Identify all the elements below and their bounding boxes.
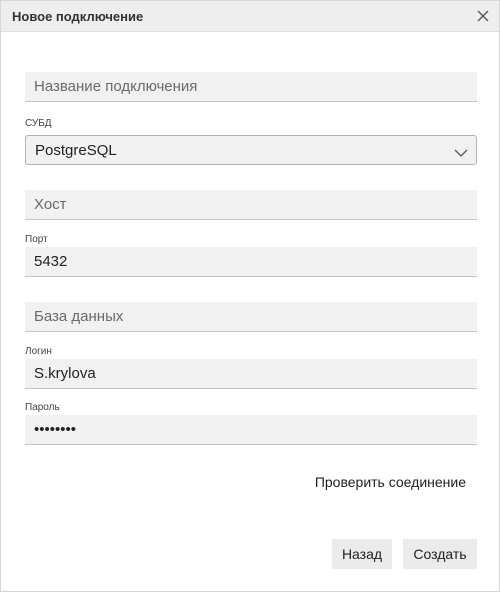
dialog-titlebar: Новое подключение <box>1 1 499 32</box>
dbms-selected-value: PostgreSQL <box>35 142 117 159</box>
test-connection-button[interactable]: Проверить соединение <box>315 474 466 490</box>
database-input[interactable] <box>25 302 477 332</box>
dialog-title: Новое подключение <box>12 9 144 24</box>
connection-name-input[interactable] <box>25 72 477 102</box>
chevron-down-icon <box>454 145 468 157</box>
port-input[interactable] <box>25 247 477 277</box>
login-input[interactable] <box>25 359 477 389</box>
back-button[interactable]: Назад <box>332 539 392 569</box>
password-label: Пароль <box>25 402 60 413</box>
dbms-select[interactable]: PostgreSQL <box>25 135 477 165</box>
close-icon[interactable] <box>473 6 493 26</box>
host-input[interactable] <box>25 190 477 220</box>
password-input[interactable] <box>25 415 477 445</box>
new-connection-dialog: Новое подключение СУБД PostgreSQL Порт Л… <box>0 0 500 592</box>
login-label: Логин <box>25 346 52 357</box>
port-label: Порт <box>25 234 48 245</box>
create-button[interactable]: Создать <box>403 539 477 569</box>
dbms-label: СУБД <box>25 118 52 129</box>
